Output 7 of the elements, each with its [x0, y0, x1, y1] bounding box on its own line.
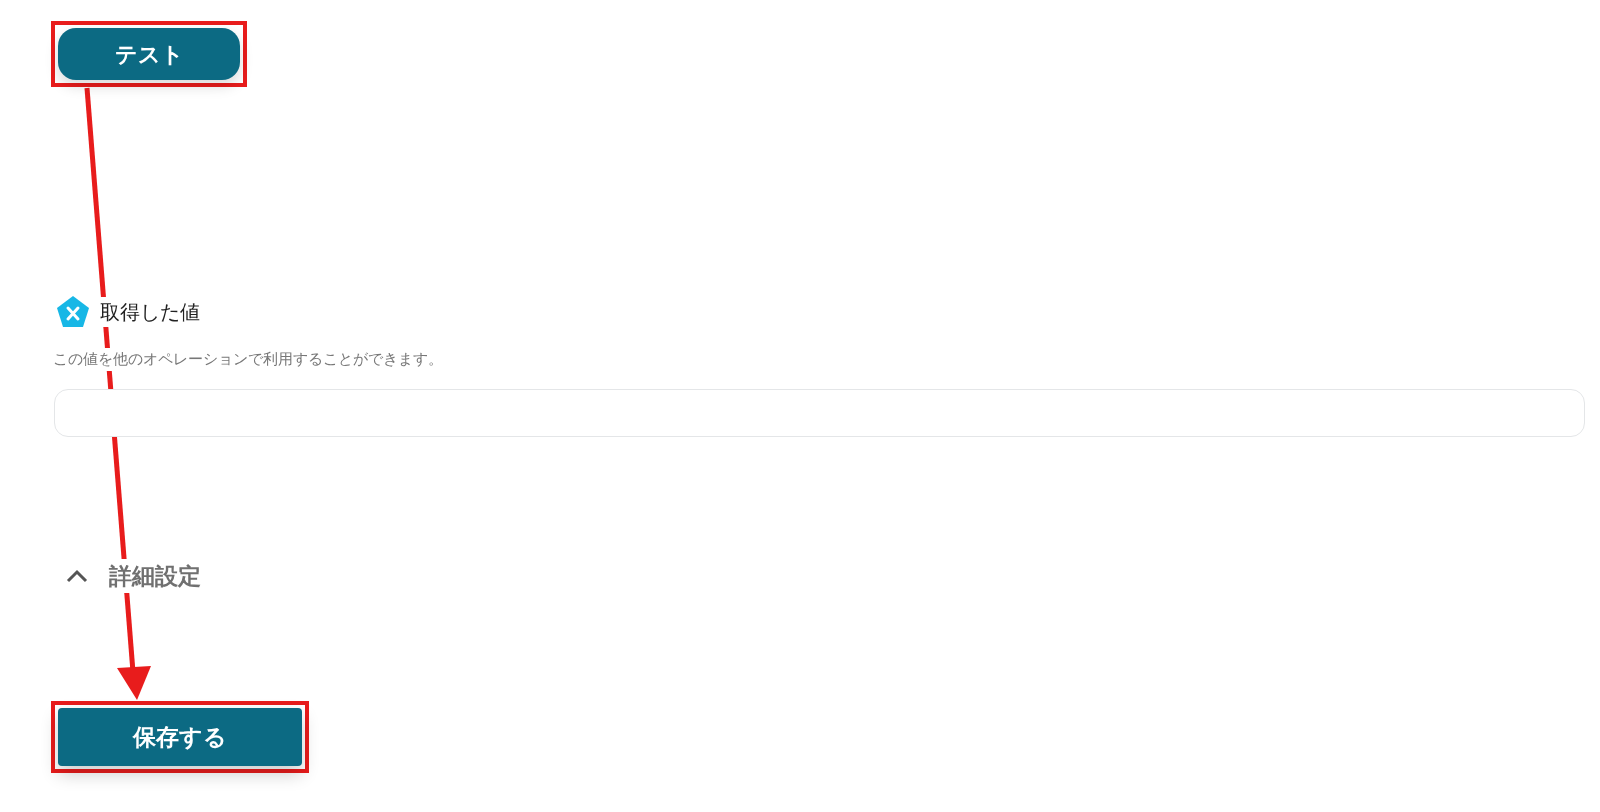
- advanced-settings-label: 詳細設定: [109, 558, 201, 593]
- output-field[interactable]: [54, 388, 1585, 437]
- variable-icon: [56, 295, 90, 329]
- save-button[interactable]: 保存する: [58, 708, 302, 766]
- output-label: 取得した値: [100, 297, 200, 327]
- chevron-up-icon: [66, 568, 88, 583]
- test-button[interactable]: テスト: [58, 28, 240, 80]
